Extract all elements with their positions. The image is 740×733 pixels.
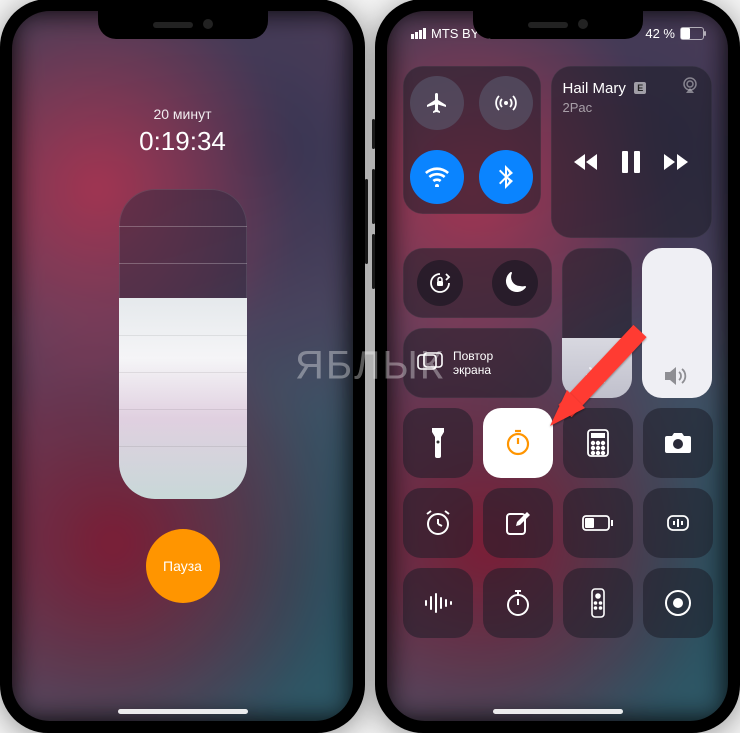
notes-tile[interactable] (483, 488, 553, 558)
carrier-label: MTS BY (431, 26, 479, 41)
waveform-icon (423, 593, 453, 613)
camera-icon (664, 432, 692, 454)
pause-button-label: Пауза (163, 558, 202, 574)
hearing-tile[interactable] (643, 488, 713, 558)
sun-icon (586, 364, 608, 386)
backward-icon (574, 154, 598, 170)
battery-percent-label: 42 % (645, 26, 675, 41)
pause-button[interactable]: Пауза (146, 529, 220, 603)
media-pause-button[interactable] (622, 151, 640, 173)
flashlight-tile[interactable] (403, 408, 473, 478)
timer-tile[interactable] (483, 408, 553, 478)
airplane-icon (425, 91, 449, 115)
alarm-tile[interactable] (403, 488, 473, 558)
airplay-icon[interactable] (680, 76, 700, 94)
forward-icon (664, 154, 688, 170)
bluetooth-icon (499, 165, 513, 189)
moon-icon (504, 272, 526, 294)
notch (473, 11, 643, 39)
media-title: Hail Mary (563, 80, 626, 97)
timer-countdown: 0:19:34 (139, 126, 226, 157)
timer-dial-slider[interactable] (119, 189, 247, 499)
media-next-button[interactable] (664, 154, 688, 170)
explicit-badge: E (634, 82, 646, 94)
media-panel[interactable]: Hail Mary E 2Pac (551, 66, 713, 238)
stopwatch-tile[interactable] (483, 568, 553, 638)
home-indicator[interactable] (493, 709, 623, 714)
timer-icon (504, 429, 532, 457)
camera-tile[interactable] (643, 408, 713, 478)
voice-memos-tile[interactable] (403, 568, 473, 638)
screen-mirroring-label: Повтор экрана (453, 349, 493, 378)
phone-right: MTS BY 42 % (375, 0, 740, 733)
control-center: Hail Mary E 2Pac (387, 11, 728, 721)
phone-left: 20 минут 0:19:34 Пауза (0, 0, 365, 733)
compose-icon (505, 510, 531, 536)
calculator-tile[interactable] (563, 408, 633, 478)
media-prev-button[interactable] (574, 154, 598, 170)
do-not-disturb-toggle[interactable] (492, 260, 538, 306)
lock-rotation-icon (428, 271, 452, 295)
screen-record-tile[interactable] (643, 568, 713, 638)
volume-slider[interactable] (642, 248, 712, 398)
media-artist: 2Pac (563, 100, 701, 115)
brightness-slider[interactable] (562, 248, 632, 398)
battery-icon (680, 27, 704, 40)
antenna-icon (494, 91, 518, 115)
hearing-icon (664, 511, 692, 535)
screen-mirroring-icon (417, 352, 443, 374)
cellular-data-toggle[interactable] (479, 76, 533, 130)
orientation-lock-toggle[interactable] (417, 260, 463, 306)
timer-duration-label: 20 минут (153, 106, 211, 122)
speaker-icon (665, 366, 689, 386)
alarm-clock-icon (424, 509, 452, 537)
connectivity-panel[interactable] (403, 66, 541, 214)
notch (98, 11, 268, 39)
low-power-tile[interactable] (563, 488, 633, 558)
wifi-icon (425, 167, 449, 187)
remote-icon (591, 588, 605, 618)
bluetooth-toggle[interactable] (479, 150, 533, 204)
record-icon (664, 589, 692, 617)
flashlight-icon (430, 428, 446, 458)
battery-icon (582, 515, 614, 531)
pause-icon (622, 151, 640, 173)
remote-tile[interactable] (563, 568, 633, 638)
wifi-toggle[interactable] (410, 150, 464, 204)
calculator-icon (587, 429, 609, 457)
stopwatch-icon (505, 589, 531, 617)
home-indicator[interactable] (118, 709, 248, 714)
screen-mirroring-button[interactable]: Повтор экрана (403, 328, 552, 398)
signal-bars-icon (411, 28, 426, 39)
airplane-mode-toggle[interactable] (410, 76, 464, 130)
